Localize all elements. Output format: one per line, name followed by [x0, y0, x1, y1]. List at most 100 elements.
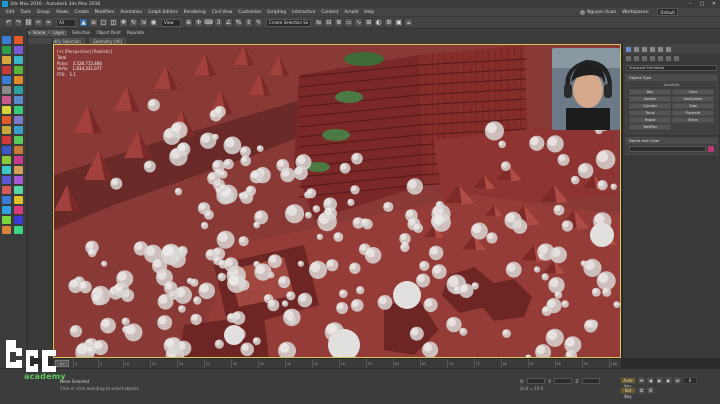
auto-key-button[interactable]: Auto Key [620, 377, 636, 389]
flow-icon[interactable] [2, 206, 11, 214]
spinner-snap-icon[interactable]: ⇕ [244, 18, 253, 27]
menu-edit[interactable]: Edit [6, 10, 14, 15]
primitive-button-pyramid[interactable]: Pyramid [672, 110, 714, 116]
layer-explorer-icon[interactable]: ≣ [334, 18, 344, 27]
motion-tab-icon[interactable] [650, 46, 655, 52]
primitive-button-box[interactable]: Box [629, 89, 671, 95]
edit-named-sets-icon[interactable]: ✎ [254, 18, 263, 27]
ribbon-tab-populate[interactable]: Populate [127, 30, 144, 35]
proboolean-icon[interactable] [2, 166, 11, 174]
bind-space-warp-icon[interactable]: ≈ [44, 18, 53, 27]
conform-icon[interactable] [14, 176, 23, 184]
morph-icon[interactable] [2, 176, 11, 184]
render-setup-icon[interactable]: ⚙ [384, 18, 394, 27]
menu-create[interactable]: Create [74, 10, 88, 15]
maximize-button[interactable]: □ [698, 1, 706, 7]
primitive-button-cone[interactable]: Cone [672, 89, 714, 95]
primitive-button-plane[interactable]: Plane [672, 117, 714, 123]
go-to-start-icon[interactable]: ⏮ [638, 377, 645, 384]
scatter-icon[interactable] [2, 156, 11, 164]
z-coordinate-input[interactable] [582, 378, 601, 384]
place-icon[interactable]: ◉ [149, 18, 158, 27]
go-to-end-icon[interactable]: ⏭ [674, 377, 681, 384]
autogrid-checkbox[interactable]: AutoGrid [629, 83, 714, 87]
curve-editor-icon[interactable]: ∿ [354, 18, 364, 27]
modify-tab-icon[interactable] [634, 46, 639, 52]
cloth-icon[interactable] [14, 206, 23, 214]
next-frame-icon[interactable]: ▶ [665, 377, 672, 384]
select-by-name-icon[interactable]: ≡ [89, 18, 98, 27]
create-tab-icon[interactable] [626, 46, 631, 52]
populate-icon[interactable] [14, 86, 23, 94]
y-coordinate-input[interactable] [554, 378, 573, 384]
angle-snap-icon[interactable]: ∠ [224, 18, 233, 27]
uvw-icon[interactable] [14, 126, 23, 134]
rect-selection-icon[interactable]: □ [99, 18, 108, 27]
rotate-icon[interactable]: ↻ [129, 18, 138, 27]
render-icon[interactable]: ☕ [404, 18, 414, 27]
x-coordinate-input[interactable] [527, 378, 546, 384]
space-warps-icon[interactable] [666, 56, 671, 61]
menu-rendering[interactable]: Rendering [184, 10, 206, 15]
shapes-icon[interactable] [634, 56, 639, 61]
scale-icon[interactable]: ⇲ [139, 18, 148, 27]
redo-icon[interactable]: ↷ [14, 18, 23, 27]
time-config-icon[interactable]: ⏱ [647, 387, 654, 394]
object-name-input[interactable] [629, 146, 706, 152]
menu-tools[interactable]: Tools [20, 10, 31, 15]
systems-icon[interactable] [674, 56, 679, 61]
undo-icon[interactable]: ↶ [4, 18, 13, 27]
previous-frame-icon[interactable]: ◀ [647, 377, 654, 384]
terrain-icon[interactable] [14, 166, 23, 174]
loft-icon[interactable] [14, 146, 23, 154]
user-account[interactable]: Nguyen Xuan [580, 9, 616, 15]
menu-arnold[interactable]: Arnold [344, 10, 358, 15]
helpers-icon[interactable] [658, 56, 663, 61]
blob-icon[interactable] [2, 196, 11, 204]
workspace-dropdown[interactable]: Default [657, 8, 678, 16]
explorer-tab-scene[interactable]: Scene [30, 30, 49, 36]
object-color-swatch[interactable] [708, 146, 714, 152]
geometry-icon[interactable] [626, 56, 631, 61]
bones-icon[interactable] [2, 226, 11, 234]
set-key-button[interactable]: Set Key [620, 387, 636, 399]
select-object-icon[interactable]: ▲ [79, 18, 88, 27]
viewport-label[interactable]: [+] [Perspective] [Realistic] [57, 49, 112, 54]
menu-interactive[interactable]: Interactive [292, 10, 315, 15]
bend-icon[interactable] [2, 96, 11, 104]
twist-icon[interactable] [14, 96, 23, 104]
boolean-icon[interactable] [14, 156, 23, 164]
helper-icon[interactable] [2, 66, 11, 74]
menu-help[interactable]: Help [364, 10, 374, 15]
ribbon-toggle-icon[interactable]: ▭ [344, 18, 354, 27]
shell-icon[interactable] [2, 116, 11, 124]
menu-animation[interactable]: Animation [120, 10, 142, 15]
box-icon[interactable] [14, 36, 23, 44]
connect-icon[interactable] [2, 186, 11, 194]
move-icon[interactable]: ✥ [119, 18, 128, 27]
menu-views[interactable]: Views [56, 10, 68, 15]
app-icon[interactable] [2, 1, 8, 7]
select-icon[interactable] [2, 36, 11, 44]
current-frame-input[interactable]: 0 [683, 377, 697, 384]
primitive-button-tube[interactable]: Tube [672, 103, 714, 109]
play-icon[interactable]: ▶ [656, 377, 663, 384]
graphite-icon[interactable] [2, 76, 11, 84]
ribbon-tab-selection[interactable]: Selection [72, 30, 90, 35]
mesher-icon[interactable] [14, 186, 23, 194]
selection-filter-dropdown[interactable]: All [56, 18, 76, 27]
menu-customize[interactable]: Customize [238, 10, 261, 15]
turbosmooth-icon[interactable] [2, 126, 11, 134]
hair-icon[interactable] [2, 216, 11, 224]
taper-icon[interactable] [2, 106, 11, 114]
utilities-tab-icon[interactable] [666, 46, 671, 52]
primitive-button-textplus[interactable]: TextPlus [629, 124, 671, 130]
extrude-icon[interactable] [2, 136, 11, 144]
spacewarp-icon[interactable] [14, 66, 23, 74]
menu-scripting[interactable]: Scripting [267, 10, 286, 15]
primitive-button-torus[interactable]: Torus [629, 110, 671, 116]
noise-icon[interactable] [14, 106, 23, 114]
sphere-icon[interactable] [2, 46, 11, 54]
sweep-icon[interactable] [2, 146, 11, 154]
perspective-viewport[interactable]: [+] [Perspective] [Realistic] Total Poly… [53, 44, 621, 358]
